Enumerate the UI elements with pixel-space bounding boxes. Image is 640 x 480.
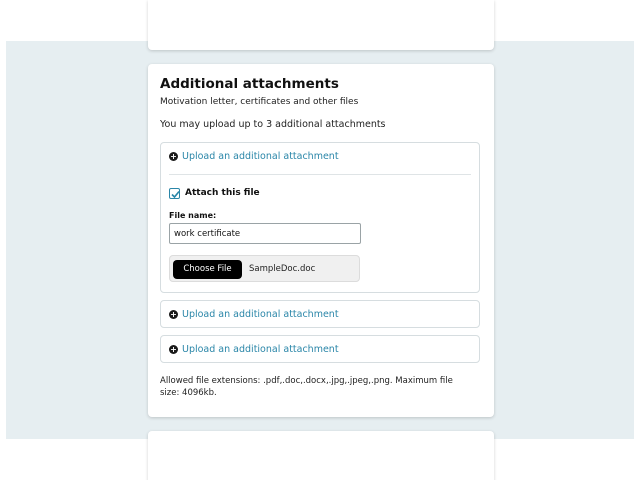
allowed-extensions-note: Allowed file extensions: .pdf,.doc,.docx…: [160, 376, 453, 398]
plus-circle-icon: +: [169, 152, 178, 161]
file-name-label: File name:: [169, 211, 217, 220]
plus-circle-icon: +: [169, 310, 178, 319]
upload-attachment-link-1[interactable]: + Upload an additional attachment: [169, 151, 339, 162]
previous-section-card: [148, 0, 494, 50]
section-title: Additional attachments: [160, 76, 339, 92]
upload-attachment-link-3[interactable]: + Upload an additional attachment: [169, 344, 339, 355]
checkmark-icon: [171, 190, 180, 199]
attach-file-label: Attach this file: [185, 188, 260, 198]
file-picker: Choose File SampleDoc.doc: [169, 255, 360, 282]
attachment-panel-1: + Upload an additional attachment Attach…: [160, 142, 480, 293]
plus-circle-icon: +: [169, 345, 178, 354]
additional-attachments-card: Additional attachments Motivation letter…: [148, 64, 494, 417]
attachment-panel-2: + Upload an additional attachment: [160, 300, 480, 328]
section-subtitle: Motivation letter, certificates and othe…: [160, 97, 359, 107]
divider: [169, 174, 471, 175]
upload-limit-info: You may upload up to 3 additional attach…: [160, 119, 386, 130]
selected-file-name: SampleDoc.doc: [249, 264, 316, 274]
upload-attachment-link-label: Upload an additional attachment: [182, 151, 339, 162]
file-name-input[interactable]: [169, 223, 361, 244]
next-section-card: [148, 431, 494, 480]
upload-attachment-link-label: Upload an additional attachment: [182, 309, 339, 320]
attachment-panel-3: + Upload an additional attachment: [160, 335, 480, 363]
upload-attachment-link-2[interactable]: + Upload an additional attachment: [169, 309, 339, 320]
upload-attachment-link-label: Upload an additional attachment: [182, 344, 339, 355]
attach-file-checkbox[interactable]: [169, 188, 180, 199]
choose-file-button[interactable]: Choose File: [173, 260, 242, 279]
